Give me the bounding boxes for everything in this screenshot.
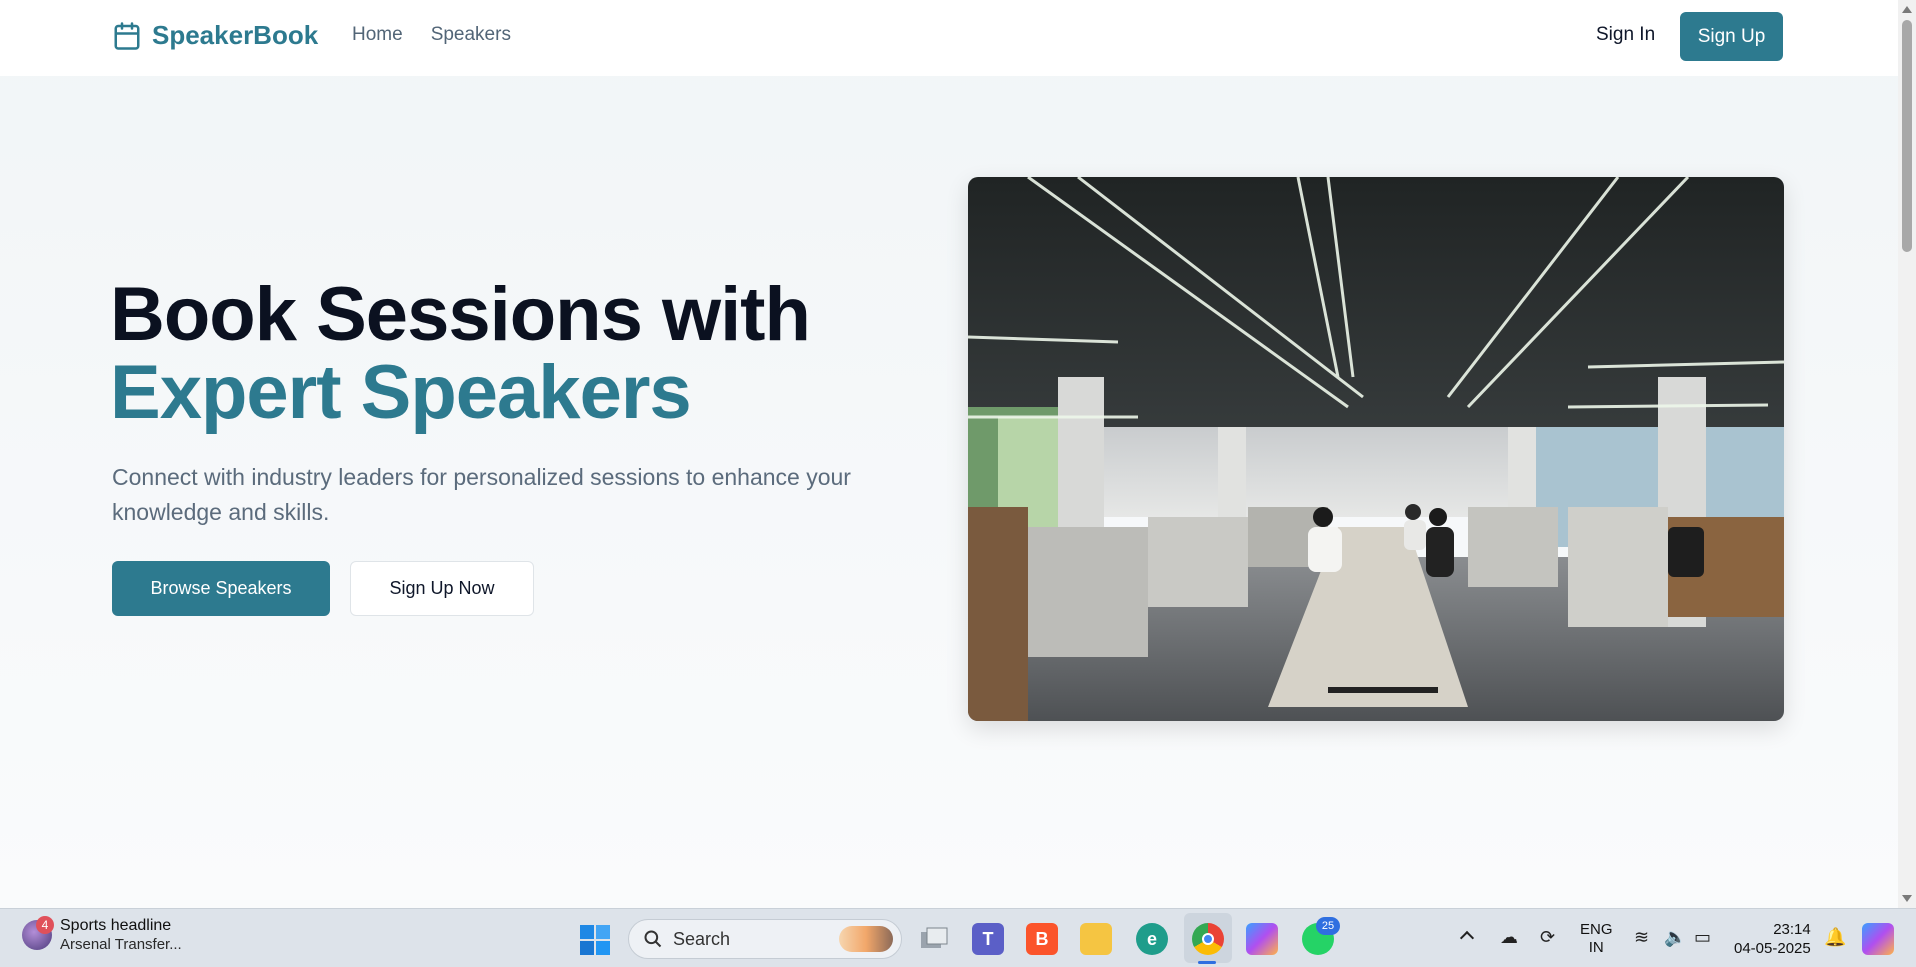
scroll-up-arrow-icon[interactable] — [1902, 6, 1912, 13]
site-header: SpeakerBook Home Speakers Sign In Sign U… — [0, 0, 1898, 76]
sync-icon[interactable]: ⟳ — [1540, 927, 1555, 948]
browse-speakers-button[interactable]: Browse Speakers — [112, 561, 330, 616]
copilot-icon[interactable] — [1246, 923, 1278, 955]
windows-taskbar: 4 Sports headline Arsenal Transfer... Se… — [0, 908, 1916, 967]
scroll-thumb[interactable] — [1902, 20, 1912, 252]
nav-home-link[interactable]: Home — [352, 24, 403, 46]
lang-line2: IN — [1588, 939, 1604, 956]
battery-icon[interactable]: ▭ — [1694, 927, 1711, 948]
chrome-active-indicator — [1198, 961, 1216, 964]
news-widget[interactable]: 4 Sports headline Arsenal Transfer... — [22, 916, 182, 954]
sign-in-link[interactable]: Sign In — [1596, 24, 1655, 46]
notification-bell-icon[interactable]: 🔔 — [1824, 927, 1846, 948]
widget-badge: 4 — [36, 916, 54, 934]
nav-speakers-link[interactable]: Speakers — [431, 24, 511, 46]
teams-icon[interactable]: T — [972, 923, 1004, 955]
volume-muted-icon[interactable]: 🔈 — [1664, 927, 1686, 948]
file-explorer-icon[interactable] — [1080, 923, 1112, 955]
search-icon — [644, 930, 662, 948]
office-photo — [968, 177, 1784, 721]
sign-up-now-button[interactable]: Sign Up Now — [350, 561, 534, 616]
search-highlight-icon — [839, 926, 893, 952]
clock-date: 04-05-2025 — [1734, 940, 1811, 957]
hero-subtitle: Connect with industry leaders for person… — [112, 464, 851, 525]
taskbar-search[interactable]: Search — [628, 919, 902, 959]
clock-time: 23:14 — [1773, 921, 1811, 938]
edge-icon[interactable]: e — [1136, 923, 1168, 955]
language-indicator[interactable]: ENG IN — [1580, 921, 1613, 957]
widget-title: Sports headline — [60, 917, 172, 934]
lang-line1: ENG — [1580, 921, 1613, 938]
task-view-icon[interactable] — [918, 923, 950, 955]
search-label: Search — [673, 928, 731, 949]
chrome-icon[interactable] — [1192, 923, 1224, 955]
sign-up-button[interactable]: Sign Up — [1680, 12, 1783, 61]
brave-icon[interactable]: B — [1026, 923, 1058, 955]
wifi-icon[interactable]: ≋ — [1634, 927, 1649, 948]
copilot-pre-icon[interactable] — [1862, 923, 1894, 955]
calendar-icon — [114, 21, 140, 50]
hero-title-line2: Expert Speakers — [110, 350, 692, 435]
onedrive-icon[interactable]: ☁ — [1500, 927, 1518, 948]
widget-subtitle: Arsenal Transfer... — [60, 936, 182, 953]
news-widget-icon: 4 — [22, 916, 54, 950]
clock[interactable]: 23:14 04-05-2025 — [1734, 920, 1811, 958]
hero-title: Book Sessions with Expert Speakers — [110, 276, 811, 435]
brand-name: SpeakerBook — [152, 20, 319, 50]
widget-text: Sports headline Arsenal Transfer... — [60, 916, 182, 954]
main-nav: Home Speakers — [352, 24, 511, 46]
start-icon[interactable] — [580, 925, 610, 955]
whatsapp-badge: 25 — [1316, 917, 1340, 935]
tray-overflow-chevron-icon[interactable] — [1459, 930, 1475, 946]
brand-logo-link[interactable]: SpeakerBook — [112, 20, 318, 51]
page-scrollbar[interactable] — [1898, 0, 1916, 908]
browser-viewport: SpeakerBook Home Speakers Sign In Sign U… — [0, 0, 1898, 908]
hero-title-line1: Book Sessions with — [110, 272, 811, 357]
scroll-down-arrow-icon[interactable] — [1902, 895, 1912, 902]
